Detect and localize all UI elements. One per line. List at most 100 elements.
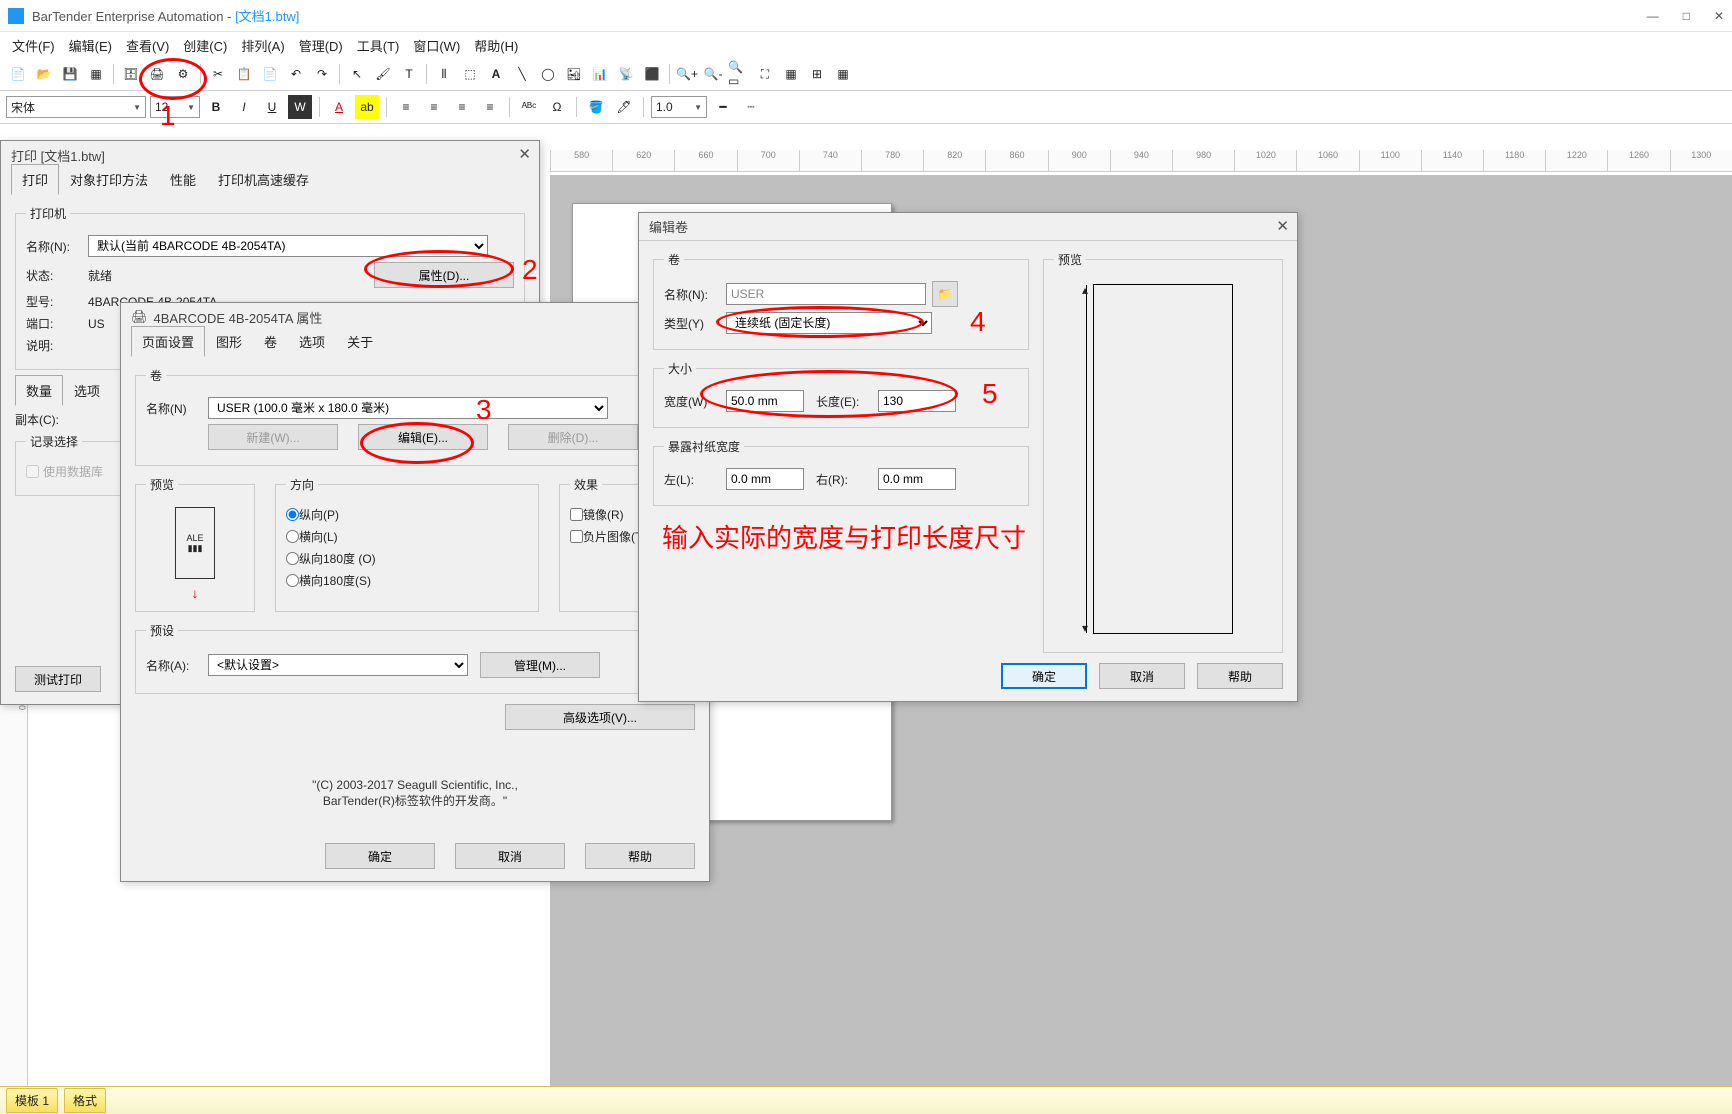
options-tab[interactable]: 选项 [63, 375, 111, 406]
antenna-icon[interactable]: 📡 [614, 62, 638, 86]
inverse-icon[interactable]: W [288, 95, 312, 119]
font-toolbar: 宋体▼ 12▼ B I U W A ab ≡ ≡ ≡ ≡ ᴬᴮᶜ Ω 🪣 🖊 1… [0, 91, 1732, 124]
preview-icon[interactable]: ▦ [84, 62, 108, 86]
text-tool-icon[interactable]: T [397, 62, 421, 86]
align-center-icon[interactable]: ≡ [422, 95, 446, 119]
orient-landscape180[interactable] [286, 574, 299, 587]
menu-view[interactable]: 查看(V) [120, 32, 175, 59]
manage-preset-button[interactable]: 管理(M)... [480, 652, 600, 678]
line-icon[interactable]: ╲ [510, 62, 534, 86]
database-icon[interactable]: 🗄 [119, 62, 143, 86]
fill-icon[interactable]: 🪣 [584, 95, 608, 119]
undo-icon[interactable]: ↶ [284, 62, 308, 86]
menu-arrange[interactable]: 排列(A) [235, 32, 290, 59]
spellcheck-icon[interactable]: ᴬᴮᶜ [517, 95, 541, 119]
brush-icon[interactable]: 🖌 [371, 62, 395, 86]
underline-icon[interactable]: U [260, 95, 284, 119]
chart-icon[interactable]: 📊 [588, 62, 612, 86]
ruler-tick: 740 [799, 150, 861, 171]
font-family-combo[interactable]: 宋体▼ [6, 96, 146, 118]
pointer-icon[interactable]: ↖ [345, 62, 369, 86]
cut-icon[interactable]: ✂ [206, 62, 230, 86]
roll-help-button[interactable]: 帮助 [1197, 663, 1283, 689]
zoom-area-icon[interactable]: 🔍▭ [727, 62, 751, 86]
image-icon[interactable]: 🏜 [562, 62, 586, 86]
orient-landscape-label: 横向(L) [299, 528, 338, 545]
print-close-button[interactable]: ✕ [518, 145, 531, 163]
highlight-icon[interactable]: ab [355, 95, 379, 119]
advanced-options-button[interactable]: 高级选项(V)... [505, 704, 695, 730]
orient-landscape[interactable] [286, 530, 299, 543]
shape-icon[interactable]: ◯ [536, 62, 560, 86]
annotation-number-3: 3 [476, 394, 492, 426]
maximize-button[interactable]: □ [1683, 9, 1690, 23]
menu-tools[interactable]: 工具(T) [351, 32, 406, 59]
preset-select[interactable]: <默认设置> [208, 654, 468, 676]
prop-help-button[interactable]: 帮助 [585, 843, 695, 869]
menu-help[interactable]: 帮助(H) [468, 32, 524, 59]
justify-icon[interactable]: ≡ [478, 95, 502, 119]
printer-name-select[interactable]: 默认(当前 4BARCODE 4B-2054TA) [88, 235, 488, 257]
minimize-button[interactable]: — [1647, 9, 1659, 23]
quantity-tab[interactable]: 数量 [15, 375, 63, 406]
barcode-icon[interactable]: ⦀ [432, 62, 456, 86]
menu-window[interactable]: 窗口(W) [407, 32, 466, 59]
text-icon[interactable]: A [484, 62, 508, 86]
length-input[interactable] [878, 390, 956, 412]
menu-edit[interactable]: 编辑(E) [63, 32, 118, 59]
grid-icon[interactable]: ▦ [831, 62, 855, 86]
roll-name-select[interactable]: USER (100.0 毫米 x 180.0 毫米) [208, 397, 608, 419]
left-input[interactable] [726, 468, 804, 490]
font-color-icon[interactable]: A [327, 95, 351, 119]
symbol-icon[interactable]: Ω [545, 95, 569, 119]
ruler-tick: 580 [550, 150, 612, 171]
print-dialog-title-text: 打印 [文档1.btw] [11, 146, 105, 165]
test-print-button[interactable]: 测试打印 [15, 666, 101, 692]
annotation-number-5: 5 [982, 378, 998, 410]
prop-cancel-button[interactable]: 取消 [455, 843, 565, 869]
zoom-100-icon[interactable]: ▦ [779, 62, 803, 86]
right-input[interactable] [878, 468, 956, 490]
line-style-icon[interactable]: ━ [711, 95, 735, 119]
prop-ok-button[interactable]: 确定 [325, 843, 435, 869]
new-icon[interactable]: 📄 [6, 62, 30, 86]
copy-icon[interactable]: 📋 [232, 62, 256, 86]
fit-icon[interactable]: ⛶ [753, 62, 777, 86]
orient-portrait[interactable] [286, 508, 299, 521]
align-left-icon[interactable]: ≡ [394, 95, 418, 119]
negative-checkbox[interactable] [570, 530, 583, 543]
rfid-icon[interactable]: ⬚ [458, 62, 482, 86]
open-icon[interactable]: 📂 [32, 62, 56, 86]
redo-icon[interactable]: ↷ [310, 62, 334, 86]
snap-icon[interactable]: ⊞ [805, 62, 829, 86]
width-input[interactable] [726, 390, 804, 412]
dash-style-icon[interactable]: ┄ [739, 95, 763, 119]
roll-ok-button[interactable]: 确定 [1001, 663, 1087, 689]
template-tab[interactable]: 模板 1 [6, 1088, 58, 1113]
format-tab[interactable]: 格式 [64, 1088, 106, 1113]
printer-setup-icon[interactable]: ⚙ [171, 62, 195, 86]
menu-manage[interactable]: 管理(D) [293, 32, 349, 59]
roll-close-button[interactable]: ✕ [1276, 217, 1289, 235]
print-icon[interactable]: 🖨 [145, 62, 169, 86]
line-weight-combo[interactable]: 1.0▼ [651, 96, 707, 118]
line-color-icon[interactable]: 🖊 [612, 95, 636, 119]
editroll-type-select[interactable]: 连续纸 (固定长度) [726, 312, 932, 334]
italic-icon[interactable]: I [232, 95, 256, 119]
orient-portrait180[interactable] [286, 552, 299, 565]
mirror-checkbox[interactable] [570, 508, 583, 521]
bold-icon[interactable]: B [204, 95, 228, 119]
roll-cancel-button[interactable]: 取消 [1099, 663, 1185, 689]
encode-icon[interactable]: ⬛ [640, 62, 664, 86]
menu-create[interactable]: 创建(C) [177, 32, 233, 59]
editroll-browse-button[interactable]: 📁 [932, 281, 958, 307]
menu-file[interactable]: 文件(F) [6, 32, 61, 59]
paste-icon[interactable]: 📄 [258, 62, 282, 86]
zoom-in-icon[interactable]: 🔍+ [675, 62, 699, 86]
zoom-out-icon[interactable]: 🔍- [701, 62, 725, 86]
align-right-icon[interactable]: ≡ [450, 95, 474, 119]
printer-properties-button[interactable]: 属性(D)... [374, 262, 514, 288]
close-button[interactable]: ✕ [1714, 9, 1724, 23]
save-icon[interactable]: 💾 [58, 62, 82, 86]
edit-roll-button[interactable]: 编辑(E)... [358, 424, 488, 450]
